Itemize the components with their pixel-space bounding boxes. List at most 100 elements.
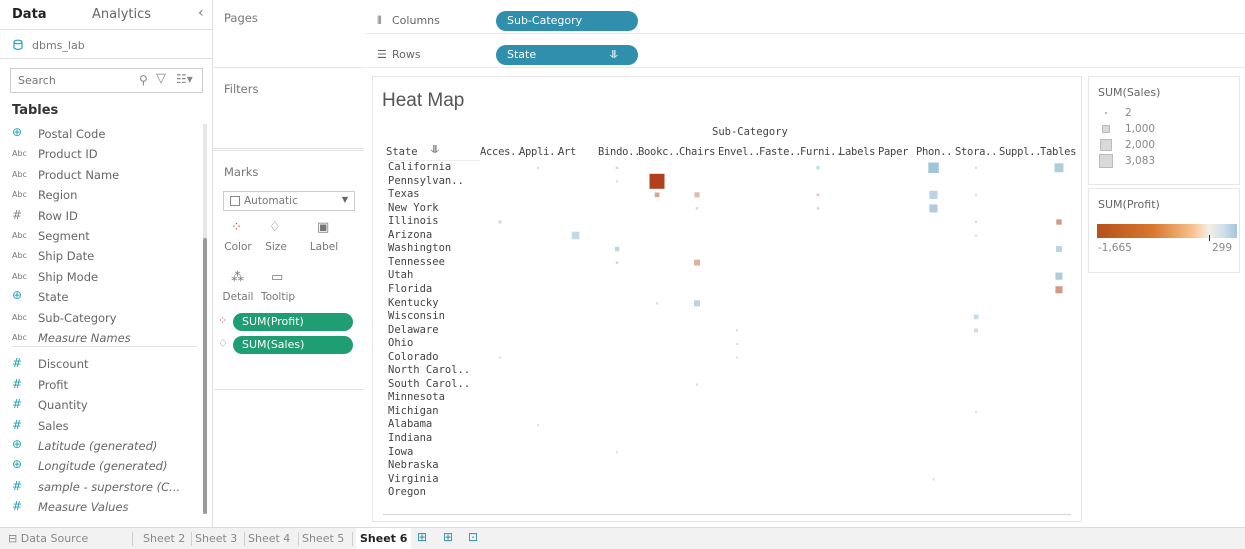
heatmap-cell[interactable] xyxy=(975,410,978,413)
color-button[interactable]: ⁘ Color xyxy=(220,219,256,259)
size-swatch xyxy=(1105,112,1107,114)
heatmap-cell[interactable] xyxy=(736,342,739,345)
heatmap-cell[interactable] xyxy=(694,259,700,266)
heatmap-cell[interactable] xyxy=(816,207,820,210)
filter-icon[interactable]: ▽ xyxy=(156,71,166,86)
heatmap-cell[interactable] xyxy=(616,180,619,183)
heatmap-cell[interactable] xyxy=(695,207,699,210)
sales-pill[interactable]: SUM(Sales) xyxy=(233,336,353,354)
tooltip-button[interactable]: ▭ Tooltip xyxy=(260,269,296,309)
field-item[interactable]: Abc Ship Date xyxy=(0,246,200,266)
field-item[interactable]: # Discount xyxy=(0,354,200,374)
new-dashboard-icon[interactable]: ⊞ xyxy=(443,530,453,544)
view-options-icon[interactable]: ☷▾ xyxy=(176,72,193,86)
sort-icon[interactable]: ⥥ xyxy=(610,45,618,65)
size-swatch xyxy=(1099,154,1113,168)
tooltip-button-label: Tooltip xyxy=(260,291,296,303)
rows-shelf[interactable]: ☰ Rows State ⥥ xyxy=(366,42,1245,68)
field-item[interactable]: # Measure Values xyxy=(0,497,200,517)
field-item[interactable]: ⊕ Longitude (generated) xyxy=(0,456,200,476)
detail-button[interactable]: ⁂ Detail xyxy=(220,269,256,309)
data-source-tab[interactable]: ⊟ Data Source xyxy=(8,532,88,545)
heatmap-cell[interactable] xyxy=(655,302,659,305)
search-box[interactable]: ⚲ ▽ ☷▾ xyxy=(10,68,203,93)
heatmap-cell[interactable] xyxy=(498,220,502,224)
field-item[interactable]: # Sales xyxy=(0,416,200,436)
heatmap-cell[interactable] xyxy=(974,328,978,333)
profit-pill[interactable]: SUM(Profit) xyxy=(233,313,353,331)
sheet-tab[interactable]: Sheet 2 xyxy=(143,532,185,545)
heatmap-cell[interactable] xyxy=(649,173,665,189)
size-legend-label: 2 xyxy=(1125,107,1132,119)
new-story-icon[interactable]: ⊡ xyxy=(468,530,478,544)
size-button[interactable]: ♢ Size xyxy=(258,219,294,259)
database-icon: ⊟ xyxy=(8,532,18,545)
field-item[interactable]: # Row ID xyxy=(0,206,200,226)
heatmap-cell[interactable] xyxy=(615,261,619,264)
heatmap-cell[interactable] xyxy=(616,451,619,454)
field-item[interactable]: Abc Sub-Category xyxy=(0,308,200,328)
label-button[interactable]: ▣ Label xyxy=(306,219,342,259)
search-icon[interactable]: ⚲ xyxy=(139,73,148,87)
size-encoding-icon: ♢ xyxy=(218,337,228,350)
heatmap-cell[interactable] xyxy=(1056,246,1062,253)
heatmap-cell[interactable] xyxy=(932,478,935,481)
heatmap-cell[interactable] xyxy=(929,190,938,199)
heatmap-cell[interactable] xyxy=(1056,219,1062,225)
pane-scroll-thumb[interactable] xyxy=(203,238,207,514)
field-item[interactable]: ⊕ Postal Code xyxy=(0,124,200,144)
heatmap-cell[interactable] xyxy=(571,231,580,240)
mark-type-dropdown[interactable]: Automatic ▼ xyxy=(223,191,355,211)
heatmap-cell[interactable] xyxy=(614,246,620,252)
new-worksheet-icon[interactable]: ⊞ xyxy=(417,530,427,544)
tab-data[interactable]: Data xyxy=(12,7,47,22)
field-item[interactable]: Abc Product ID xyxy=(0,144,200,164)
sub-category-pill[interactable]: Sub-Category xyxy=(496,11,638,31)
field-item[interactable]: # Profit xyxy=(0,375,200,395)
heatmap-cell[interactable] xyxy=(695,383,699,386)
heatmap-cell[interactable] xyxy=(975,166,978,169)
search-input[interactable] xyxy=(18,74,93,87)
heatmap-cell[interactable] xyxy=(736,329,739,332)
heatmap-cell[interactable] xyxy=(928,162,939,174)
heatmap-cell[interactable] xyxy=(736,356,739,359)
sheet-tab[interactable]: Sheet 3 xyxy=(195,532,237,545)
field-item[interactable]: # sample - superstore (C... xyxy=(0,477,200,497)
heatmap-cell[interactable] xyxy=(694,192,700,198)
sheet-tab[interactable]: Sheet 4 xyxy=(248,532,290,545)
heatmap-cell[interactable] xyxy=(499,356,502,359)
heatmap-cell[interactable] xyxy=(537,166,540,169)
field-item[interactable]: Abc Product Name xyxy=(0,165,200,185)
heatmap-cell[interactable] xyxy=(816,193,820,197)
datasource-row[interactable]: dbms_lab xyxy=(0,31,212,59)
heatmap-cell[interactable] xyxy=(1055,272,1063,280)
field-item[interactable]: Abc Segment xyxy=(0,226,200,246)
heatmap-cell[interactable] xyxy=(1054,163,1064,173)
sheet-tab[interactable]: Sheet 5 xyxy=(302,532,344,545)
field-label: Longitude (generated) xyxy=(38,459,168,474)
heatmap-cell[interactable] xyxy=(694,300,700,307)
field-item[interactable]: ⊕ Latitude (generated) xyxy=(0,436,200,456)
heatmap-cell[interactable] xyxy=(1055,286,1063,294)
heatmap-cell[interactable] xyxy=(974,220,978,224)
field-item[interactable]: Abc Measure Names xyxy=(0,328,200,348)
heatmap-cell[interactable] xyxy=(973,314,979,320)
field-item[interactable]: Abc Ship Mode xyxy=(0,267,200,287)
state-pill[interactable]: State ⥥ xyxy=(496,45,638,65)
field-item[interactable]: # Quantity xyxy=(0,395,200,415)
field-item[interactable]: ⊕ State xyxy=(0,287,200,307)
heatmap-cell[interactable] xyxy=(974,234,978,237)
collapse-pane-icon[interactable]: ‹ xyxy=(198,5,204,21)
number-icon: # xyxy=(12,207,23,222)
tab-analytics[interactable]: Analytics xyxy=(92,7,151,22)
heatmap-cell[interactable] xyxy=(537,424,540,427)
sheet-tab[interactable]: Sheet 6 xyxy=(356,528,412,549)
heatmap-cell[interactable] xyxy=(615,166,619,170)
columns-shelf[interactable]: ⦀ Columns Sub-Category xyxy=(366,8,1245,34)
field-item[interactable]: Abc Region xyxy=(0,185,200,205)
datasource-name: dbms_lab xyxy=(32,39,85,52)
heatmap-cell[interactable] xyxy=(654,192,660,198)
heatmap-cell[interactable] xyxy=(974,193,978,197)
heatmap-cell[interactable] xyxy=(816,166,820,170)
heatmap-cell[interactable] xyxy=(929,204,938,213)
